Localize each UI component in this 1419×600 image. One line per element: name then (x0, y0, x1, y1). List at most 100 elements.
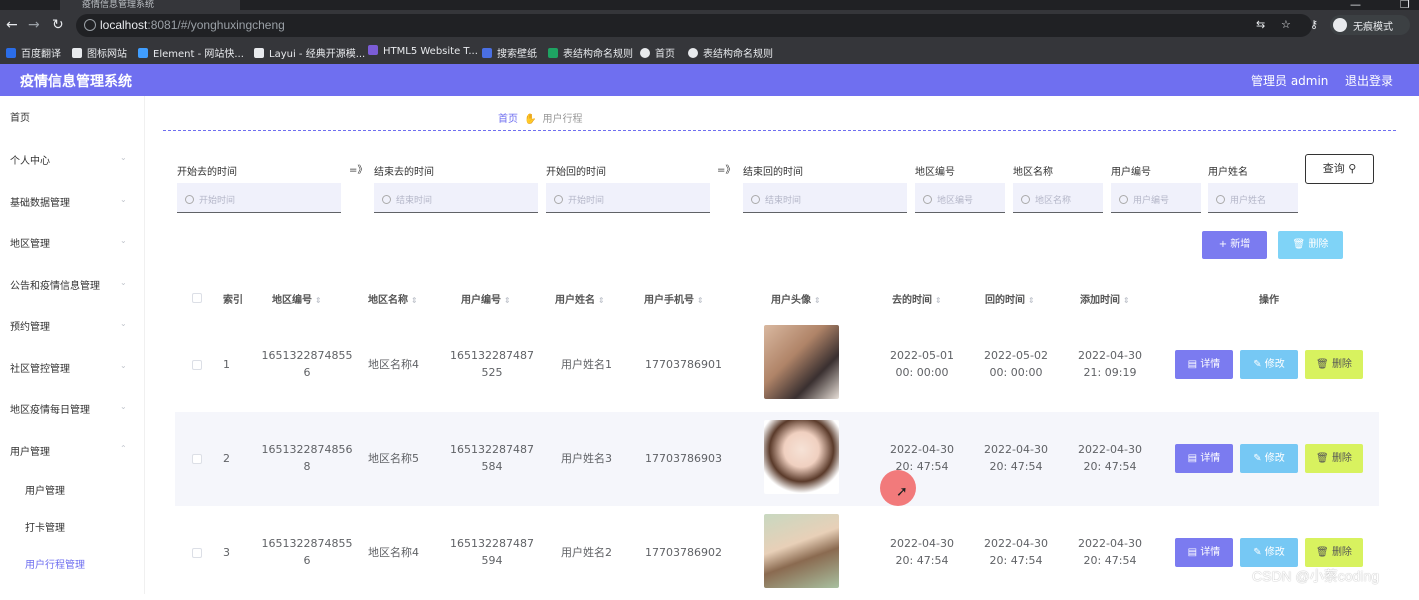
wallpaper-icon (482, 48, 492, 58)
column-header: 操作 (1259, 295, 1279, 306)
cell-user-code: 165132287487 584 (450, 443, 534, 473)
column-header[interactable]: 添加时间 ⇕ (1080, 291, 1130, 306)
sidebar-item-home[interactable]: 首页 (10, 109, 30, 124)
sidebar-item-region[interactable]: 地区管理 (10, 235, 50, 250)
sort-icon[interactable]: ⇕ (935, 296, 942, 305)
detail-button[interactable]: ▤ 详情 (1175, 350, 1233, 379)
add-button[interactable]: + 新增 (1202, 231, 1267, 259)
bookmark-item[interactable]: 表结构命名规则 (688, 45, 773, 60)
sidebar-item-basic-data[interactable]: 基础数据管理 (10, 194, 70, 209)
url-host: localhost (100, 18, 148, 32)
column-header: 索引 (223, 295, 243, 306)
cell-phone: 17703786903 (645, 452, 722, 465)
detail-button[interactable]: ▤ 详情 (1175, 444, 1233, 473)
sidebar-item-community[interactable]: 社区管控管理 (10, 360, 70, 375)
sidebar-subitem-trip[interactable]: 用户行程管理 (25, 556, 85, 571)
sort-icon[interactable]: ⇕ (1028, 296, 1035, 305)
row-checkbox[interactable] (192, 454, 202, 464)
filter-label: 开始去的时间 (177, 167, 237, 178)
back-icon[interactable]: ← (6, 17, 18, 33)
column-header[interactable]: 用户头像 ⇕ (771, 291, 821, 306)
user-code-input[interactable]: 用户编号 (1111, 183, 1201, 213)
sort-icon[interactable]: ⇕ (1123, 296, 1130, 305)
sidebar-subitem-checkin[interactable]: 打卡管理 (25, 519, 65, 534)
column-header[interactable]: 用户手机号 ⇕ (644, 291, 704, 306)
edit-button[interactable]: ✎ 修改 (1240, 444, 1298, 473)
region-name-input[interactable]: 地区名称 (1013, 183, 1103, 213)
incognito-icon (1333, 18, 1347, 32)
search-button[interactable]: 查询 ⚲ (1305, 154, 1374, 184)
back-start-date-input[interactable]: 开始时间 (546, 183, 710, 213)
cell-user-code: 165132287487 594 (450, 537, 534, 567)
browser-tab-title[interactable]: 疫情信息管理系统 (82, 0, 154, 10)
delete-button[interactable]: 🗑 删除 (1305, 538, 1363, 567)
reload-icon[interactable]: ↻ (52, 17, 64, 33)
bookmark-item[interactable]: 表结构命名规则 (548, 45, 633, 60)
column-header[interactable]: 回的时间 ⇕ (985, 291, 1035, 306)
region-code-input[interactable]: 地区编号 (915, 183, 1005, 213)
delete-button[interactable]: 🗑 删除 (1305, 444, 1363, 473)
edit-button[interactable]: ✎ 修改 (1240, 350, 1298, 379)
column-header[interactable]: 去的时间 ⇕ (892, 291, 942, 306)
sort-icon[interactable]: ⇕ (697, 296, 704, 305)
table-header: 索引 地区编号 ⇕ 地区名称 ⇕ 用户编号 ⇕ 用户姓名 ⇕ 用户手机号 ⇕ 用户头像 ⇕ … (175, 280, 1379, 316)
sort-icon[interactable]: ⇕ (814, 296, 821, 305)
url-field[interactable]: localhost:8081/#/yonghuxingcheng (76, 14, 1312, 37)
column-header[interactable]: 地区名称 ⇕ (368, 291, 418, 306)
go-start-date-input[interactable]: 开始时间 (177, 183, 341, 213)
breadcrumb-home[interactable]: 首页 (498, 114, 518, 125)
sidebar-item-notice[interactable]: 公告和疫情信息管理 (10, 277, 100, 292)
sidebar-item-profile[interactable]: 个人中心 (10, 152, 50, 167)
bookmark-item[interactable]: 首页 (640, 45, 675, 60)
column-header[interactable]: 地区编号 ⇕ (272, 291, 322, 306)
trash-icon: 🗑 (1316, 453, 1329, 464)
table-row: 2 1651322874856 8 地区名称5 165132287487 584… (175, 412, 1379, 506)
filter-label: 地区名称 (1013, 167, 1053, 178)
row-checkbox[interactable] (192, 548, 202, 558)
sort-icon[interactable]: ⇕ (315, 296, 322, 305)
go-end-date-input[interactable]: 结束时间 (374, 183, 538, 213)
sidebar-item-users[interactable]: 用户管理 (10, 443, 50, 458)
back-end-date-input[interactable]: 结束时间 (743, 183, 907, 213)
sidebar-item-booking[interactable]: 预约管理 (10, 318, 50, 333)
cell-region-name: 地区名称4 (368, 358, 419, 371)
cell-user-code: 165132287487 525 (450, 349, 534, 379)
sort-icon[interactable]: ⇕ (598, 296, 605, 305)
globe-icon (688, 48, 698, 58)
incognito-badge[interactable]: 无痕模式 (1330, 15, 1410, 35)
cell-back-time: 2022-04-30 20: 47:54 (984, 443, 1048, 473)
row-checkbox[interactable] (192, 360, 202, 370)
chevron-down-icon: ⌄ (120, 278, 127, 287)
select-all-checkbox[interactable] (192, 293, 202, 303)
delete-button[interactable]: 🗑 删除 (1305, 350, 1363, 379)
sort-icon[interactable]: ⇕ (411, 296, 418, 305)
key-icon[interactable]: ⚷ (1310, 18, 1318, 31)
user-name-input[interactable]: 用户姓名 (1208, 183, 1298, 213)
bookmark-item[interactable]: HTML5 Website T... (368, 45, 478, 57)
bookmark-item[interactable]: Layui - 经典开源模... (254, 45, 365, 60)
translate-icon[interactable]: ⇆ (1256, 18, 1265, 31)
flag-icon (72, 48, 82, 58)
bookmark-item[interactable]: 百度翻译 (6, 45, 61, 60)
cell-region-code: 1651322874855 6 (261, 537, 353, 567)
sidebar: 首页 个人中心 ⌄ 基础数据管理 ⌄ 地区管理 ⌄ 公告和疫情信息管理 ⌄ 预约… (0, 96, 145, 594)
bookmark-star-icon[interactable]: ☆ (1281, 18, 1291, 31)
bookmark-item[interactable]: 搜索壁纸 (482, 45, 537, 60)
column-header[interactable]: 用户编号 ⇕ (461, 291, 511, 306)
batch-delete-button[interactable]: 🗑 删除 (1278, 231, 1343, 259)
detail-button[interactable]: ▤ 详情 (1175, 538, 1233, 567)
sort-icon[interactable]: ⇕ (504, 296, 511, 305)
bookmark-item[interactable]: 图标网站 (72, 45, 127, 60)
cell-add-time: 2022-04-30 20: 47:54 (1078, 443, 1142, 473)
forward-icon[interactable]: → (28, 17, 40, 33)
bookmark-item[interactable]: Element - 网站快... (138, 45, 244, 60)
sidebar-subitem-user-manage[interactable]: 用户管理 (25, 482, 65, 497)
logout-link[interactable]: 退出登录 (1345, 72, 1393, 89)
cell-index: 2 (223, 452, 230, 465)
sidebar-item-daily[interactable]: 地区疫情每日管理 (10, 401, 90, 416)
chevron-up-icon: ⌃ (120, 444, 127, 453)
edit-button[interactable]: ✎ 修改 (1240, 538, 1298, 567)
site-info-icon[interactable] (84, 19, 96, 31)
column-header[interactable]: 用户姓名 ⇕ (555, 291, 605, 306)
app-header: 疫情信息管理系统 管理员 admin 退出登录 (0, 64, 1419, 96)
